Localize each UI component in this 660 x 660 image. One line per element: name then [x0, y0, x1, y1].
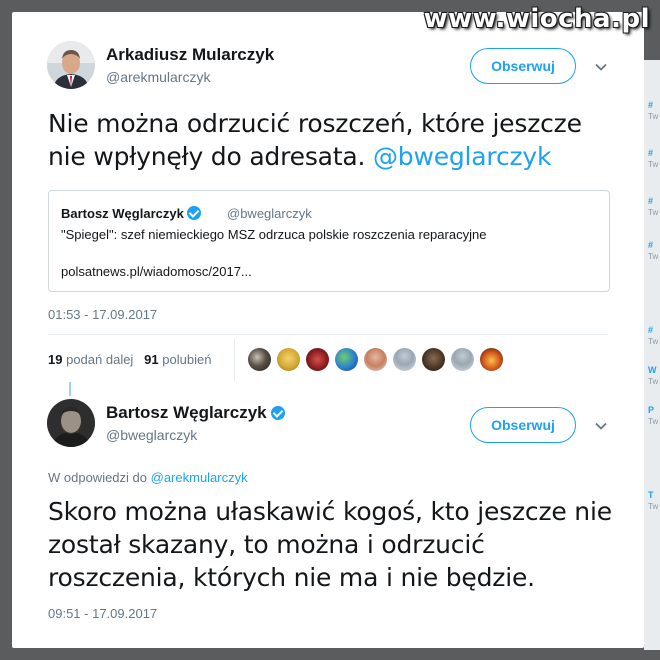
liker-avatar[interactable] — [248, 348, 271, 371]
reply-context: W odpowiedzi do @arekmularczyk — [48, 470, 248, 485]
thread-connector — [69, 382, 71, 396]
chevron-down-icon[interactable] — [594, 60, 608, 74]
like-count[interactable]: 91 polubień — [144, 352, 211, 367]
mention-link[interactable]: @bweglarczyk — [373, 142, 552, 171]
tweet-timestamp[interactable]: 01:53 - 17.09.2017 — [48, 307, 157, 322]
quoted-link[interactable]: polsatnews.pl/wiadomosc/2017... — [61, 264, 252, 279]
bg-trend-sub: Tw — [648, 160, 659, 169]
bg-trend-sub: Tw — [648, 112, 659, 121]
quoted-author-handle: @bweglarczyk — [227, 206, 312, 221]
verified-badge-icon — [271, 406, 286, 420]
tweet-text: Skoro można ułaskawić kogoś, kto jeszcze… — [48, 495, 612, 594]
bg-trend-item: # — [648, 100, 654, 110]
tweet-timestamp[interactable]: 09:51 - 17.09.2017 — [48, 606, 157, 621]
bg-trend-item: # — [648, 148, 654, 158]
author-name[interactable]: Arkadiusz Mularczyk — [106, 45, 274, 65]
author-name-text: Bartosz Węglarczyk — [106, 403, 267, 422]
bg-trend-item: # — [648, 325, 654, 335]
author-name[interactable]: Bartosz Węglarczyk — [106, 403, 286, 423]
tweet-thread-card: Arkadiusz Mularczyk @arekmularczyk Obser… — [12, 12, 644, 648]
avatar[interactable] — [47, 399, 95, 447]
avatar[interactable] — [47, 41, 95, 89]
bg-trend-item: T — [648, 490, 654, 500]
liker-avatar[interactable] — [364, 348, 387, 371]
tweet-text-line: nie wpłynęły do adresata. @bweglarczyk — [48, 140, 582, 173]
bg-trend-sub: Tw — [648, 337, 659, 346]
divider — [234, 339, 235, 381]
quoted-author-name: Bartosz Węglarczyk — [61, 206, 202, 221]
reply-prefix: W odpowiedzi do — [48, 470, 147, 485]
author-handle[interactable]: @arekmularczyk — [106, 69, 210, 85]
bg-trend-item: W — [648, 365, 657, 375]
bg-trend-sub: Tw — [648, 417, 659, 426]
like-count-label: polubień — [162, 352, 212, 367]
tweet-text-line: został skazany, to można i odrzucić — [48, 530, 485, 559]
liker-avatar[interactable] — [480, 348, 503, 371]
tweet-text-line: Skoro można ułaskawić kogoś, kto jeszcze… — [48, 497, 612, 526]
bg-trend-sub: Tw — [648, 502, 659, 511]
tweet-stats: 19 podań dalej 91 polubień — [48, 352, 211, 367]
divider — [48, 334, 608, 335]
chevron-down-icon[interactable] — [594, 419, 608, 433]
bg-trend-item: # — [648, 240, 654, 250]
author-handle[interactable]: @bweglarczyk — [106, 427, 197, 443]
bg-trend-sub: Tw — [648, 252, 659, 261]
retweet-count-value: 19 — [48, 352, 63, 367]
watermark: www.wiocha.pl — [423, 4, 650, 34]
liker-avatar[interactable] — [422, 348, 445, 371]
tweet-text-line: roszczenia, których nie ma i nie będzie. — [48, 563, 535, 592]
verified-badge-icon — [187, 206, 202, 220]
bg-trend-item: P — [648, 405, 655, 415]
quoted-tweet[interactable]: Bartosz Węglarczyk @bweglarczyk "Spiegel… — [48, 190, 610, 292]
tweet-text-part: nie wpłynęły do adresata. — [48, 142, 366, 171]
follow-button[interactable]: Obserwuj — [470, 48, 576, 84]
mention-link[interactable]: @arekmularczyk — [151, 470, 248, 485]
liker-avatar[interactable] — [277, 348, 300, 371]
bg-trend-item: # — [648, 196, 654, 206]
tweet-text-line: Nie można odrzucić roszczeń, które jeszc… — [48, 109, 582, 138]
follow-button[interactable]: Obserwuj — [470, 407, 576, 443]
liker-avatar[interactable] — [451, 348, 474, 371]
quoted-author-text: Bartosz Węglarczyk — [61, 206, 184, 221]
retweet-count-label: podań dalej — [66, 352, 134, 367]
like-count-value: 91 — [144, 352, 159, 367]
tweet-text: Nie można odrzucić roszczeń, które jeszc… — [48, 107, 582, 173]
liker-avatar[interactable] — [393, 348, 416, 371]
quoted-text: "Spiegel": szef niemieckiego MSZ odrzuca… — [61, 227, 487, 242]
liker-avatar[interactable] — [306, 348, 329, 371]
retweet-count[interactable]: 19 podań dalej — [48, 352, 133, 367]
bg-trend-sub: Tw — [648, 208, 659, 217]
liker-avatar[interactable] — [335, 348, 358, 371]
bg-trend-sub: Tw — [648, 377, 659, 386]
